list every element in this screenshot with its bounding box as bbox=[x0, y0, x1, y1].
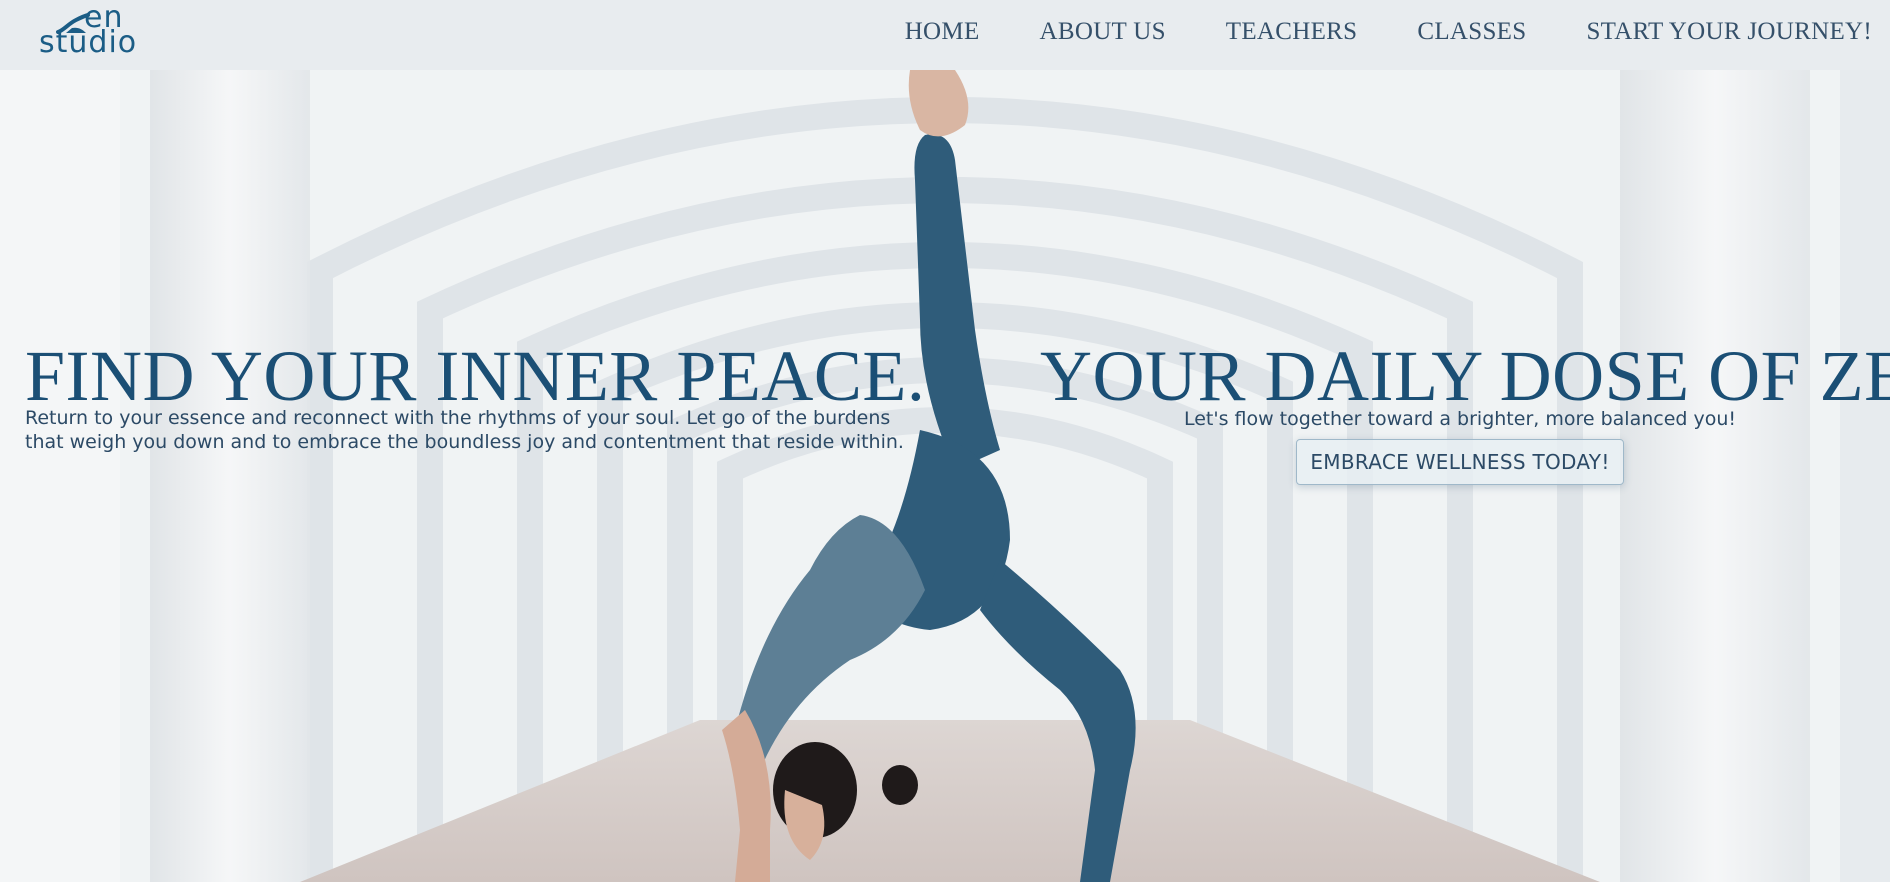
nav-link-about-us[interactable]: ABOUT US bbox=[1040, 18, 1166, 45]
hero-headline-left: FIND YOUR INNER PEACE. bbox=[25, 336, 926, 416]
nav-item-teachers: TEACHERS bbox=[1226, 17, 1358, 47]
embrace-wellness-button[interactable]: EMBRACE WELLNESS TODAY! bbox=[1296, 439, 1624, 485]
nav-link-teachers[interactable]: TEACHERS bbox=[1226, 18, 1358, 45]
hero-headline-right: YOUR DAILY DOSE OF ZEN. bbox=[1040, 336, 1890, 416]
nav-item-classes: CLASSES bbox=[1417, 17, 1526, 47]
nav-link-home[interactable]: HOME bbox=[905, 18, 980, 45]
logo-text-bottom: studio bbox=[39, 25, 138, 60]
hero-right-block: YOUR DAILY DOSE OF ZEN. Let's flow toget… bbox=[1040, 336, 1890, 485]
nav-link-start-journey[interactable]: START YOUR JOURNEY! bbox=[1586, 18, 1872, 45]
nav-item-about: ABOUT US bbox=[1040, 17, 1166, 47]
site-header: en studio HOME ABOUT US TEACHERS CLASSES… bbox=[0, 0, 1890, 70]
logo-zen-studio[interactable]: en studio bbox=[38, 2, 144, 60]
nav-item-start: START YOUR JOURNEY! bbox=[1586, 17, 1872, 47]
hero-section: FIND YOUR INNER PEACE. Return to your es… bbox=[0, 70, 1890, 882]
hero-text-left: Return to your essence and reconnect wit… bbox=[25, 407, 904, 453]
nav-item-home: HOME bbox=[905, 17, 980, 47]
nav-link-classes[interactable]: CLASSES bbox=[1417, 18, 1526, 45]
main-nav: HOME ABOUT US TEACHERS CLASSES START YOU… bbox=[845, 17, 1872, 47]
